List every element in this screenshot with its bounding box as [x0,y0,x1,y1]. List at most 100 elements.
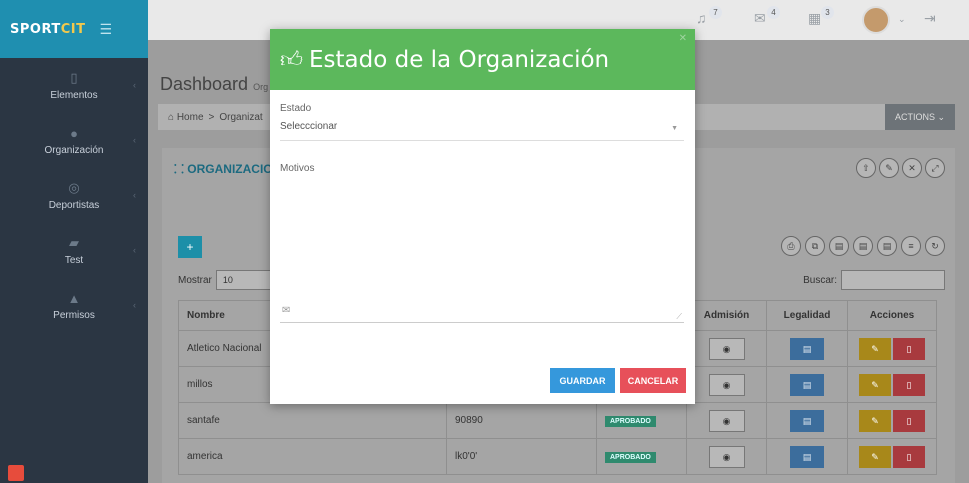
status-badge: APROBADO [605,415,656,427]
document-icon[interactable]: ▤ [790,373,824,396]
envelope-icon[interactable]: ✉ 4 [754,6,780,30]
document-icon[interactable]: ▤ [790,409,824,432]
portlet-tools: ⇧ ✎ ✕ ⤢ [856,158,945,178]
book-icon: ▰ [69,235,79,250]
close-icon[interactable]: ✕ [679,33,687,44]
table-row: america lk0'0' APROBADO ◉ ▤ ✎ ▯ [178,438,937,475]
eye-icon[interactable]: ◉ [708,409,745,432]
cell-legality: ▤ [766,330,848,367]
csv-icon[interactable]: ▤ [877,236,897,256]
pencil-icon[interactable]: ✎ [859,409,891,432]
cell-admission: ◉ [686,438,767,475]
table-row: santafe 90890 APROBADO ◉ ▤ ✎ ▯ [178,402,937,439]
trash-icon[interactable]: ▯ [893,337,925,360]
pencil-icon[interactable]: ✎ [859,337,891,360]
calendar-icon[interactable]: ▦ 3 [808,6,834,30]
page-length-control: Mostrar 10 [178,270,276,290]
actions-button[interactable]: ACTIONS ⌄ [885,104,955,130]
modal-title: Estado de la Organización [309,46,610,73]
caret-down-icon: ▼ [671,125,678,132]
cell-status: APROBADO [596,402,687,439]
logout-icon[interactable]: ⇥ [924,10,944,30]
chevron-left-icon: ‹ [133,190,136,200]
print-icon[interactable]: ⎙ [781,236,801,256]
cell-legality: ▤ [766,402,848,439]
globe-icon: ● [70,125,78,141]
home-icon[interactable]: ⌂ [168,112,177,123]
cell-code: lk0'0' [446,438,597,475]
hamburger-menu-icon[interactable]: ☰ [100,21,113,38]
sidebar-item-elementos[interactable]: ▯ Elementos ‹ [0,58,148,113]
eye-icon[interactable]: ◉ [708,373,745,396]
cell-legality: ▤ [766,366,848,403]
chevron-left-icon: ‹ [133,245,136,255]
document-icon[interactable]: ▤ [790,337,824,360]
add-organization-button[interactable]: + [178,236,202,258]
estado-select-value: Selecccionar [280,121,338,132]
sidebar-item-test[interactable]: ▰ Test ‹ [0,223,148,278]
chevron-left-icon: ‹ [133,135,136,145]
sidebar-item-permisos[interactable]: ▲ Permisos ‹ [0,278,148,333]
messages-badge: 4 [767,6,780,19]
cell-admission: ◉ [686,330,767,367]
sidebar-item-label: Deportistas [48,200,100,211]
eye-icon[interactable]: ◉ [708,337,745,360]
sidebar-item-label: Test [64,255,84,266]
page-length-select[interactable]: 10 [215,270,276,290]
document-icon[interactable]: ▤ [790,445,824,468]
sidebar-item-deportistas[interactable]: ◎ Deportistas ‹ [0,168,148,223]
sidebar-item-label: Permisos [53,309,95,321]
trash-icon[interactable]: ✕ [902,158,922,178]
brand-logo[interactable]: SPORTCIT [10,22,86,37]
cell-name: santafe [178,402,447,439]
fullscreen-icon[interactable]: ⤢ [925,158,945,178]
motivos-textarea[interactable]: Motivos ✉ ⟋ [280,161,684,323]
cell-code: 90890 [446,402,597,439]
excel-icon[interactable]: ▤ [853,236,873,256]
avatar[interactable] [862,6,890,34]
soccer-ball-icon: ◎ [68,180,80,195]
chevron-left-icon: ‹ [133,300,136,310]
eye-icon[interactable]: ◉ [708,445,745,468]
trash-icon[interactable]: ▯ [893,409,925,432]
chevron-down-icon[interactable]: ⌄ [898,14,918,34]
search-input[interactable] [841,270,945,290]
trash-icon[interactable]: ▯ [893,373,925,396]
save-button[interactable]: GUARDAR [550,368,615,393]
breadcrumb-current[interactable]: Organizat [219,112,262,123]
export-tools: ⎙ ⧉ ▤ ▤ ▤ ≡ ↻ [781,236,945,256]
trash-icon[interactable]: ▯ [893,445,925,468]
sidebar: SPORTCIT ☰ ▯ Elementos ‹ ● Organización … [0,0,148,483]
refresh-icon[interactable]: ↻ [925,236,945,256]
modal-header: 👍︎ Estado de la Organización ✕ [270,29,695,90]
upload-icon[interactable]: ⇧ [856,158,876,178]
pdf-icon[interactable]: ▤ [829,236,849,256]
lock-icon: ▲ [67,290,81,306]
column-header-admission[interactable]: Admisión [686,300,767,331]
cell-status: APROBADO [596,438,687,475]
pencil-icon[interactable]: ✎ [859,445,891,468]
estado-select[interactable]: Selecccionar ▼ [280,121,684,141]
cell-admission: ◉ [686,366,767,403]
cell-legality: ▤ [766,438,848,475]
motivos-label: Motivos [280,163,315,174]
thumbs-up-icon: 👍︎ [280,47,303,72]
breadcrumb-home[interactable]: Home [177,112,204,123]
resize-handle[interactable]: ⟋ [676,312,682,322]
columns-icon[interactable]: ≡ [901,236,921,256]
bell-icon[interactable]: ♫ 7 [696,6,722,30]
cancel-button[interactable]: CANCELAR [620,368,686,393]
show-label: Mostrar [178,274,212,286]
brand-bar: SPORTCIT ☰ [0,0,148,58]
tasks-badge: 3 [821,6,834,19]
column-header-legality[interactable]: Legalidad [766,300,848,331]
sidebar-item-organizacion[interactable]: ● Organización ‹ [0,113,148,168]
copy-icon[interactable]: ⧉ [805,236,825,256]
sidebar-item-label: Elementos [50,90,98,101]
search-label: Buscar: [803,274,837,286]
app-corner-logo [8,465,24,481]
pencil-icon[interactable]: ✎ [859,373,891,396]
envelope-icon: ✉ [282,305,291,316]
wrench-icon[interactable]: ✎ [879,158,899,178]
sidebar-item-label: Organización [44,144,104,156]
